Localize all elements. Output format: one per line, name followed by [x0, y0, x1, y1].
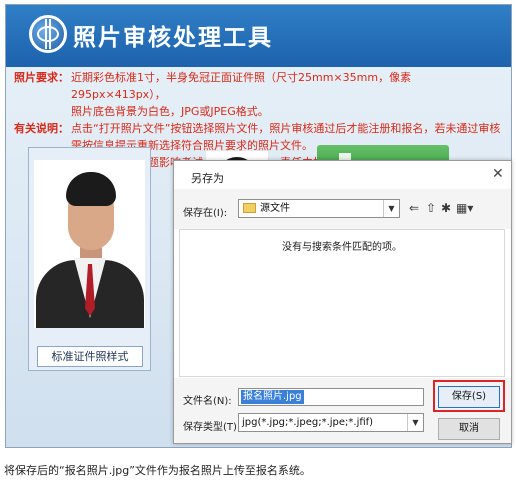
filetype-select[interactable]: jpg(*.jpg;*.jpeg;*.jpe;*.jfif) ▼ — [238, 413, 424, 432]
file-list[interactable]: 没有与搜索条件匹配的项。 — [179, 229, 505, 377]
explanation-label: 有关说明： — [14, 122, 69, 135]
sample-id-photo — [34, 160, 145, 328]
close-icon[interactable]: ✕ — [492, 166, 504, 182]
requirement-note: 照片要求： 近期彩色标准1寸，半身免冠正面证件照（尺寸25mm×35mm，像素2… — [14, 69, 504, 120]
filetype-label: 保存类型(T): — [183, 422, 241, 433]
caption-text: 将保存后的“报名照片.jpg”文件作为报名照片上传至报名系统。 — [4, 464, 311, 477]
sample-photo-card: 标准证件照样式 — [28, 147, 151, 371]
filetype-value: jpg(*.jpg;*.jpeg;*.jpe;*.jfif) — [242, 417, 374, 428]
empty-message: 没有与搜索条件匹配的项。 — [282, 242, 402, 253]
explanation-line: 点击“打开照片文件”按钮选择照片文件，照片审核通过后才能注册和报名，若未通过审核 — [71, 122, 501, 135]
requirement-label: 照片要求： — [14, 71, 69, 84]
save-in-value: 源文件 — [260, 203, 290, 214]
requirement-line: 近期彩色标准1寸，半身免冠正面证件照（尺寸25mm×35mm，像素295px×4… — [71, 71, 412, 101]
filename-label: 文件名(N): — [183, 396, 232, 407]
dialog-title: 另存为 — [191, 172, 224, 185]
up-folder-icon[interactable]: ⇧ — [426, 201, 436, 215]
globe-logo-icon — [29, 15, 67, 53]
cancel-button[interactable]: 取消 — [438, 418, 500, 440]
app-header: 照片审核处理工具 — [6, 5, 511, 67]
sample-photo-label: 标准证件照样式 — [37, 346, 143, 367]
chevron-down-icon: ▼ — [407, 414, 423, 431]
folder-icon — [243, 203, 256, 213]
back-arrow-icon[interactable]: ⇐ — [409, 201, 419, 215]
save-as-dialog: 另存为 ✕ 保存在(I): 源文件 ▼ ⇐ ⇧ ✱ ▦▾ 没有与搜索条件匹配的项… — [173, 160, 512, 444]
save-button-highlight — [433, 380, 505, 412]
requirement-line: 照片底色背景为白色，JPG或JPEG格式。 — [71, 105, 269, 118]
view-menu-icon[interactable]: ▦▾ — [456, 201, 473, 215]
chevron-down-icon: ▼ — [383, 200, 399, 217]
save-in-select[interactable]: 源文件 ▼ — [238, 199, 400, 218]
new-folder-icon[interactable]: ✱ — [441, 201, 451, 215]
filename-value: 报名照片.jpg — [241, 390, 304, 404]
filename-field[interactable]: 报名照片.jpg — [238, 388, 424, 406]
save-in-label: 保存在(I): — [183, 208, 228, 219]
app-title: 照片审核处理工具 — [73, 25, 273, 51]
